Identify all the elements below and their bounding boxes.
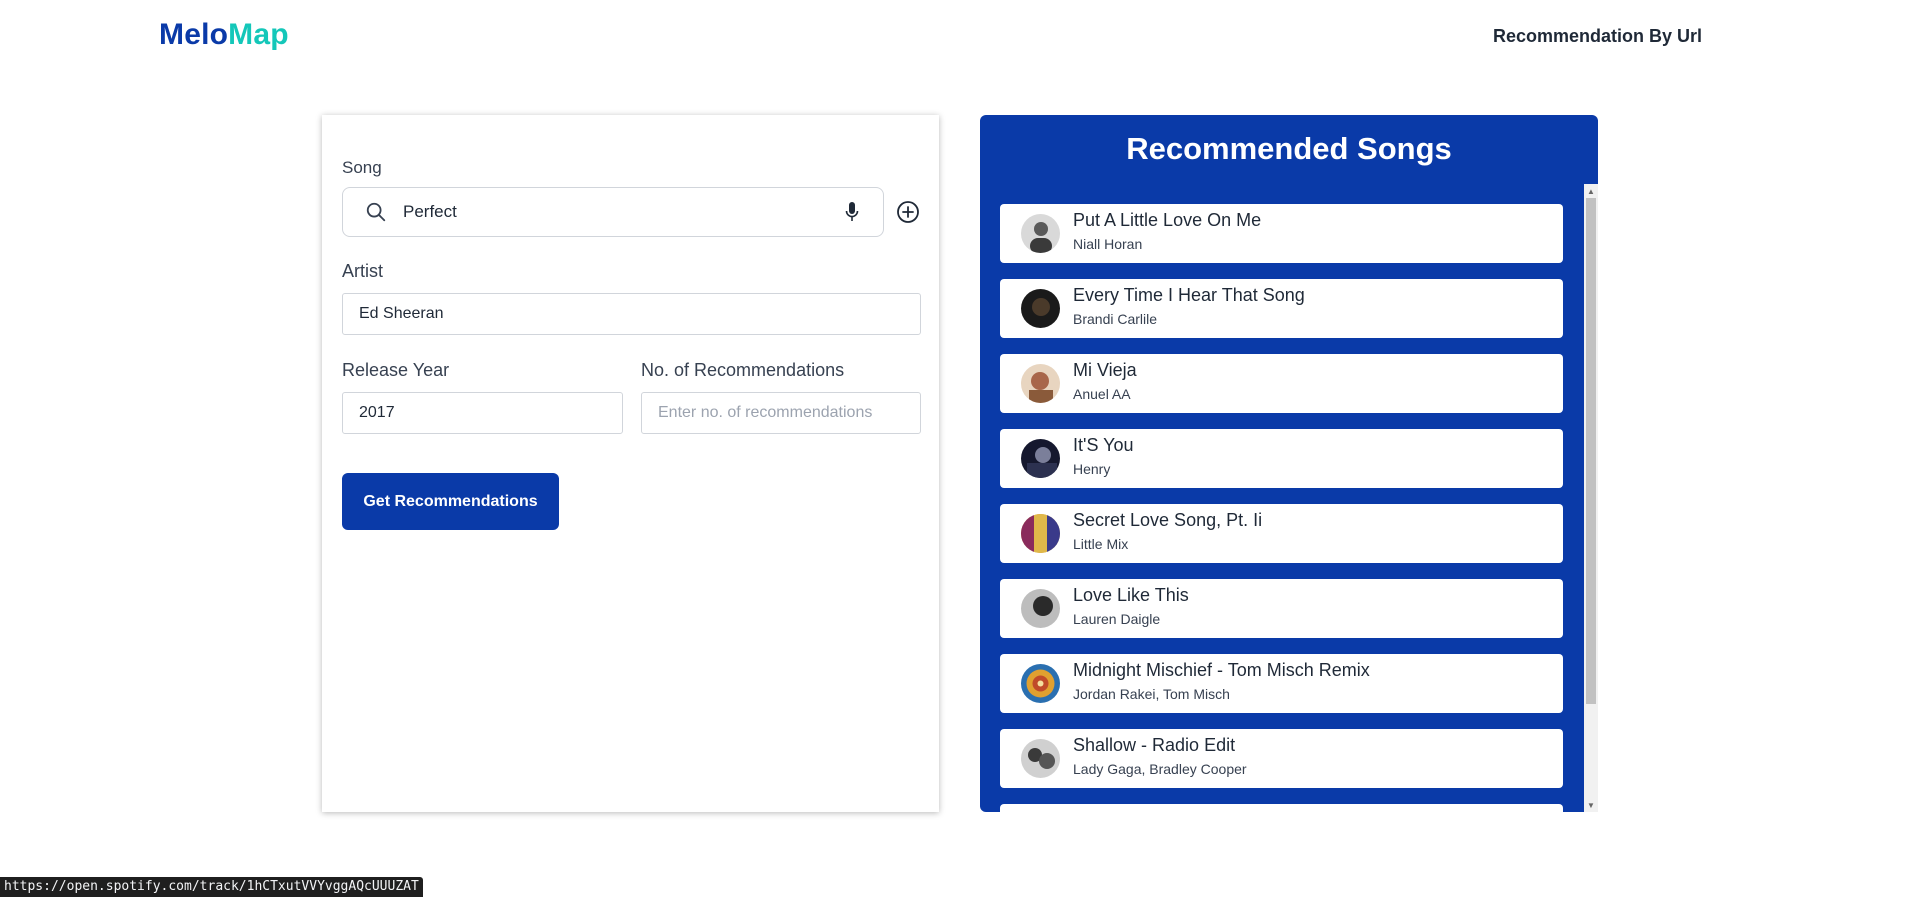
song-artist: Niall Horan bbox=[1073, 236, 1143, 252]
scrollbar-thumb[interactable] bbox=[1586, 198, 1596, 704]
song-label: Song bbox=[342, 158, 382, 177]
song-title: Every Time I Hear That Song bbox=[1073, 285, 1305, 305]
search-icon bbox=[363, 199, 389, 225]
get-recommendations-button[interactable]: Get Recommendations bbox=[342, 473, 559, 530]
logo-text-melo: Melo bbox=[159, 18, 229, 51]
recommendation-count-label: No. of Recommendations bbox=[641, 360, 845, 380]
song-list[interactable]: Put A Little Love On Me Niall Horan Ever… bbox=[1000, 204, 1563, 812]
song-artist: Jordan Rakei, Tom Misch bbox=[1073, 686, 1230, 702]
album-cover bbox=[1021, 589, 1060, 628]
song-item[interactable]: Secret Love Song, Pt. Ii Little Mix bbox=[1000, 504, 1563, 563]
song-item-partial[interactable] bbox=[1000, 804, 1563, 812]
song-title: Secret Love Song, Pt. Ii bbox=[1073, 510, 1263, 530]
song-item[interactable]: Shallow - Radio Edit Lady Gaga, Bradley … bbox=[1000, 729, 1563, 788]
scroll-down-arrow-icon[interactable]: ▼ bbox=[1584, 798, 1598, 812]
logo-text-map: Map bbox=[228, 18, 289, 51]
song-title: Shallow - Radio Edit bbox=[1073, 735, 1236, 755]
song-artist: Anuel AA bbox=[1073, 386, 1131, 402]
song-artist: Brandi Carlile bbox=[1073, 311, 1158, 327]
microphone-icon[interactable] bbox=[841, 200, 863, 224]
page: MeloMap Recommendation By Url Song Artis… bbox=[0, 0, 1918, 897]
song-list-scrollbar[interactable]: ▲ ▼ bbox=[1584, 184, 1598, 812]
song-artist: Henry bbox=[1073, 461, 1111, 477]
song-item[interactable]: Every Time I Hear That Song Brandi Carli… bbox=[1000, 279, 1563, 338]
song-title: Mi Vieja bbox=[1073, 360, 1137, 380]
melomap-logo[interactable]: MeloMap bbox=[159, 18, 289, 52]
song-search-input[interactable] bbox=[403, 202, 841, 222]
release-year-label: Release Year bbox=[342, 360, 450, 380]
song-title: It'S You bbox=[1073, 435, 1134, 455]
song-title: Love Like This bbox=[1073, 585, 1189, 605]
song-search-box bbox=[342, 187, 884, 237]
album-cover bbox=[1021, 364, 1060, 403]
song-item[interactable]: Love Like This Lauren Daigle bbox=[1000, 579, 1563, 638]
song-item[interactable]: Mi Vieja Anuel AA bbox=[1000, 354, 1563, 413]
album-cover bbox=[1021, 739, 1060, 778]
recommendation-by-url-link[interactable]: Recommendation By Url bbox=[1493, 26, 1702, 47]
recommended-songs-panel: Recommended Songs Put A Little Love On M… bbox=[980, 115, 1598, 812]
album-cover bbox=[1021, 664, 1060, 703]
song-artist: Lauren Daigle bbox=[1073, 611, 1161, 627]
song-artist: Lady Gaga, Bradley Cooper bbox=[1073, 761, 1247, 777]
song-artist: Little Mix bbox=[1073, 536, 1129, 552]
recommendation-form-card: Song Artist Release Year No. of Recommen… bbox=[322, 115, 939, 812]
add-song-icon[interactable] bbox=[896, 200, 920, 224]
artist-input[interactable] bbox=[342, 293, 921, 335]
album-cover bbox=[1021, 514, 1060, 553]
song-title: Put A Little Love On Me bbox=[1073, 210, 1262, 230]
album-cover bbox=[1021, 214, 1060, 253]
song-item[interactable]: Put A Little Love On Me Niall Horan bbox=[1000, 204, 1563, 263]
status-bar-url: https://open.spotify.com/track/1hCTxutVV… bbox=[0, 877, 423, 897]
release-year-input[interactable] bbox=[342, 392, 623, 434]
artist-label: Artist bbox=[342, 261, 384, 281]
song-item[interactable]: It'S You Henry bbox=[1000, 429, 1563, 488]
recommendation-count-input[interactable] bbox=[641, 392, 921, 434]
album-cover bbox=[1021, 289, 1060, 328]
song-title: Midnight Mischief - Tom Misch Remix bbox=[1073, 660, 1370, 680]
album-cover bbox=[1021, 439, 1060, 478]
recommended-songs-title: Recommended Songs bbox=[1126, 131, 1452, 166]
scroll-up-arrow-icon[interactable]: ▲ bbox=[1584, 184, 1598, 198]
song-item[interactable]: Midnight Mischief - Tom Misch Remix Jord… bbox=[1000, 654, 1563, 713]
